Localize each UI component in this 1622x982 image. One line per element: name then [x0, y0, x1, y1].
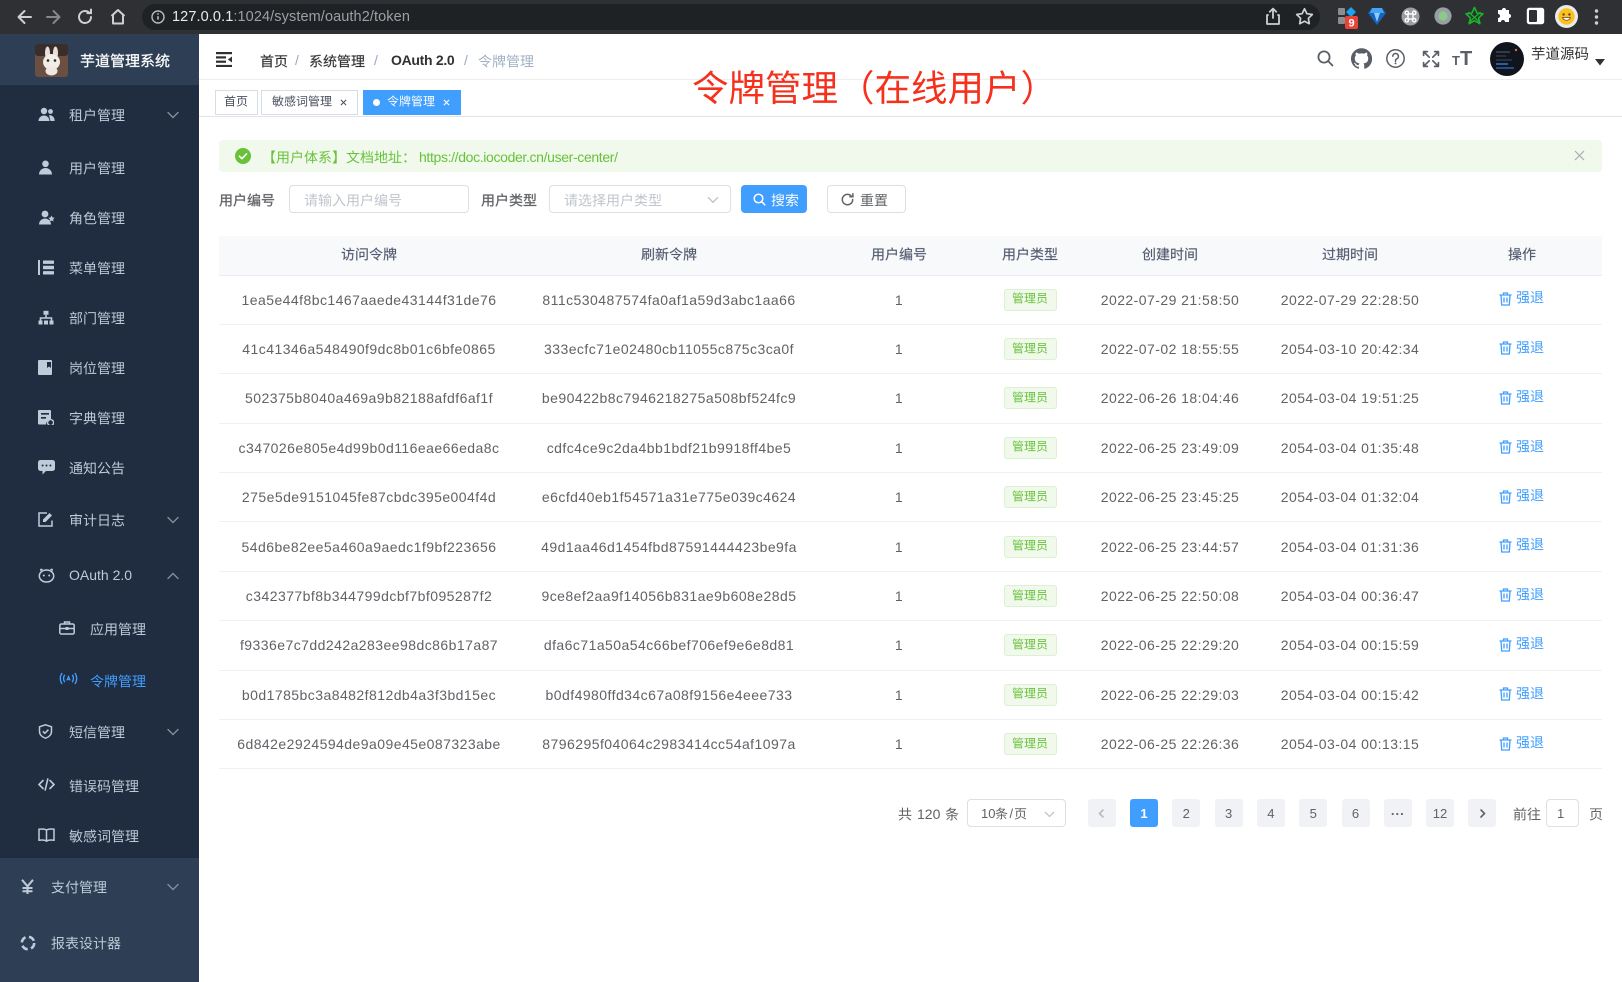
- svg-text:9: 9: [1348, 18, 1354, 30]
